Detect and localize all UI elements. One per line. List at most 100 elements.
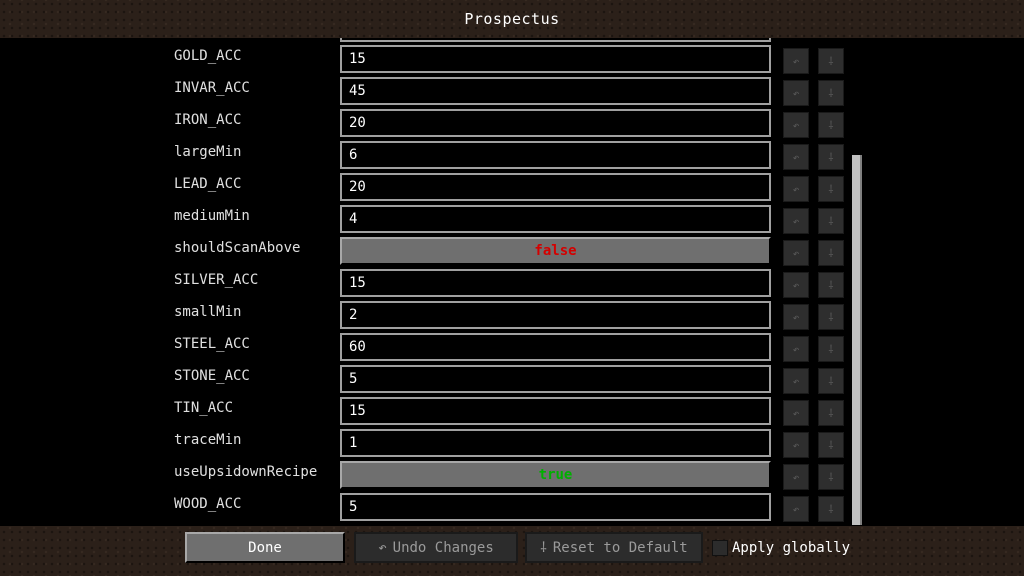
entry-undo-button[interactable]: ↶: [783, 304, 809, 330]
config-entry-row: LEAD_ACC 20 ↶ ⸸: [0, 173, 1024, 205]
entry-reset-button[interactable]: ⸸: [818, 240, 844, 266]
entry-undo-button[interactable]: ↶: [783, 432, 809, 458]
entry-undo-button[interactable]: ↶: [783, 240, 809, 266]
title-bar: Prospectus: [0, 0, 1024, 38]
entry-undo-button[interactable]: ↶: [783, 368, 809, 394]
scrollbar-thumb[interactable]: [852, 155, 862, 525]
entry-reset-button[interactable]: ⸸: [818, 80, 844, 106]
apply-globally-checkbox[interactable]: [712, 540, 728, 556]
entry-value-field[interactable]: 20: [340, 173, 771, 201]
entry-reset-button[interactable]: ⸸: [818, 496, 844, 522]
entry-label: WOOD_ACC: [174, 496, 242, 512]
reset-icon: ⸸: [828, 470, 834, 484]
undo-icon: ↶: [792, 406, 800, 420]
entry-label: traceMin: [174, 432, 242, 448]
reset-icon: ⸸: [828, 502, 834, 516]
entry-label: GOLD_ACC: [174, 48, 242, 64]
entry-value-field[interactable]: 1: [340, 429, 771, 457]
entry-undo-button[interactable]: ↶: [783, 496, 809, 522]
entry-value-field[interactable]: 5: [340, 493, 771, 521]
reset-icon: ⸸: [828, 342, 834, 356]
entry-reset-button[interactable]: ⸸: [818, 48, 844, 74]
undo-icon: ↶: [792, 246, 800, 260]
entry-label: largeMin: [174, 144, 242, 160]
config-entry-row: STEEL_ACC 60 ↶ ⸸: [0, 333, 1024, 365]
config-list[interactable]: GOLD_ACC 15 ↶ ⸸ INVAR_ACC 45 ↶ ⸸ IRON_ACC 20 ↶ ⸸ lar…: [0, 38, 1024, 526]
entry-undo-button[interactable]: ↶: [783, 336, 809, 362]
entry-reset-button[interactable]: ⸸: [818, 368, 844, 394]
entry-value-field[interactable]: 2: [340, 301, 771, 329]
entry-toggle-button[interactable]: false: [340, 237, 771, 265]
entry-value-field[interactable]: 20: [340, 109, 771, 137]
undo-changes-label: Undo Changes: [392, 539, 494, 556]
entry-undo-button[interactable]: ↶: [783, 80, 809, 106]
config-entry-row: STONE_ACC 5 ↶ ⸸: [0, 365, 1024, 397]
undo-icon: ↶: [792, 374, 800, 388]
entry-undo-button[interactable]: ↶: [783, 400, 809, 426]
entry-undo-button[interactable]: ↶: [783, 176, 809, 202]
footer: Done ↶ Undo Changes ⸸ Reset to Default A…: [0, 526, 1024, 576]
entry-value-field[interactable]: 15: [340, 397, 771, 425]
reset-icon: ⸸: [828, 150, 834, 164]
entry-label: LEAD_ACC: [174, 176, 242, 192]
undo-changes-button[interactable]: ↶ Undo Changes: [354, 532, 518, 563]
config-entry-row: mediumMin 4 ↶ ⸸: [0, 205, 1024, 237]
entry-reset-button[interactable]: ⸸: [818, 336, 844, 362]
entry-value-field[interactable]: 15: [340, 269, 771, 297]
entry-undo-button[interactable]: ↶: [783, 112, 809, 138]
undo-icon: ↶: [792, 54, 800, 68]
reset-icon: ⸸: [828, 118, 834, 132]
entry-undo-button[interactable]: ↶: [783, 144, 809, 170]
entry-value-field[interactable]: 5: [340, 365, 771, 393]
config-entry-row: SILVER_ACC 15 ↶ ⸸: [0, 269, 1024, 301]
reset-icon: ⸸: [828, 374, 834, 388]
entry-label: shouldScanAbove: [174, 240, 301, 256]
entry-reset-button[interactable]: ⸸: [818, 112, 844, 138]
entry-reset-button[interactable]: ⸸: [818, 176, 844, 202]
entry-value-field[interactable]: 4: [340, 205, 771, 233]
partial-entry-field: [340, 38, 771, 42]
entry-label: IRON_ACC: [174, 112, 242, 128]
config-entry-row: shouldScanAbove false ↶ ⸸: [0, 237, 1024, 269]
config-entry-row: traceMin 1 ↶ ⸸: [0, 429, 1024, 461]
reset-icon: ⸸: [828, 54, 834, 68]
entry-reset-button[interactable]: ⸸: [818, 208, 844, 234]
reset-to-default-label: Reset to Default: [552, 539, 688, 556]
reset-to-default-button[interactable]: ⸸ Reset to Default: [525, 532, 703, 563]
config-entry-row: INVAR_ACC 45 ↶ ⸸: [0, 77, 1024, 109]
entry-reset-button[interactable]: ⸸: [818, 432, 844, 458]
config-entry-row: IRON_ACC 20 ↶ ⸸: [0, 109, 1024, 141]
undo-icon: ↶: [792, 214, 800, 228]
entry-reset-button[interactable]: ⸸: [818, 464, 844, 490]
undo-icon: ↶: [792, 86, 800, 100]
entry-undo-button[interactable]: ↶: [783, 272, 809, 298]
done-button[interactable]: Done: [185, 532, 345, 563]
entry-reset-button[interactable]: ⸸: [818, 304, 844, 330]
entry-undo-button[interactable]: ↶: [783, 208, 809, 234]
entry-value-field[interactable]: 45: [340, 77, 771, 105]
entry-label: smallMin: [174, 304, 242, 320]
entry-toggle-button[interactable]: true: [340, 461, 771, 489]
entry-undo-button[interactable]: ↶: [783, 48, 809, 74]
undo-icon: ↶: [792, 182, 800, 196]
page-title: Prospectus: [464, 10, 560, 28]
entry-value-field[interactable]: 15: [340, 45, 771, 73]
entry-reset-button[interactable]: ⸸: [818, 144, 844, 170]
entry-value-field[interactable]: 6: [340, 141, 771, 169]
undo-icon: ↶: [792, 502, 800, 516]
config-entry-row: smallMin 2 ↶ ⸸: [0, 301, 1024, 333]
reset-icon: ⸸: [828, 278, 834, 292]
entry-value-field[interactable]: 60: [340, 333, 771, 361]
entry-label: TIN_ACC: [174, 400, 234, 416]
reset-icon: ⸸: [540, 540, 547, 556]
reset-icon: ⸸: [828, 86, 834, 100]
apply-globally-label: Apply globally: [732, 540, 851, 556]
entry-label: mediumMin: [174, 208, 250, 224]
undo-icon: ↶: [792, 278, 800, 292]
reset-icon: ⸸: [828, 214, 834, 228]
entry-undo-button[interactable]: ↶: [783, 464, 809, 490]
reset-icon: ⸸: [828, 438, 834, 452]
entry-reset-button[interactable]: ⸸: [818, 272, 844, 298]
entry-label: useUpsidownRecipe: [174, 464, 318, 480]
entry-reset-button[interactable]: ⸸: [818, 400, 844, 426]
